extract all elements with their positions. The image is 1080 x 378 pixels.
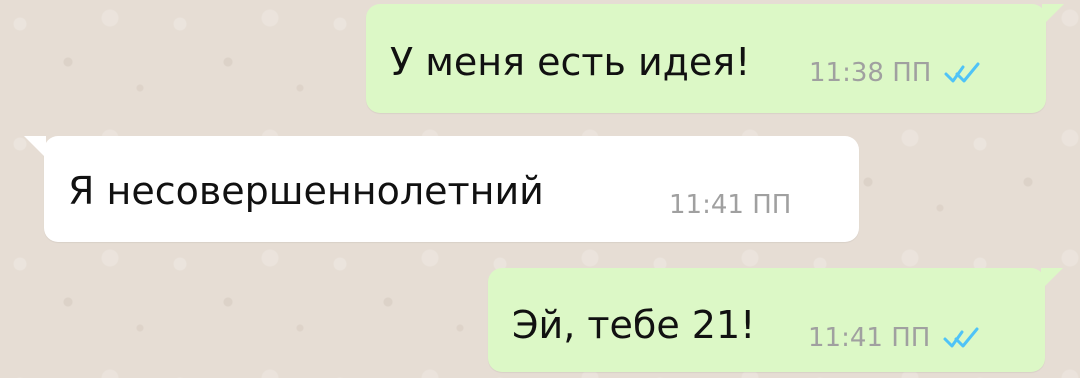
chat-window: У меня есть идея! 11:38 ПП Я несовершенн… (0, 0, 1080, 378)
double-check-icon (942, 326, 980, 350)
message-text: У меня есть идея! (390, 40, 751, 84)
message-meta: 11:41 ПП (669, 190, 791, 220)
message-bubble-outgoing[interactable]: Эй, тебе 21! 11:41 ПП (488, 268, 1063, 372)
message-meta: 11:41 ПП (808, 323, 980, 353)
message-bubble-outgoing[interactable]: У меня есть идея! 11:38 ПП (366, 4, 1064, 113)
message-meta: 11:38 ПП (809, 58, 981, 88)
message-time: 11:41 ПП (808, 323, 931, 353)
double-check-icon (943, 61, 981, 85)
message-time: 11:38 ПП (809, 58, 932, 88)
message-text: Эй, тебе 21! (512, 303, 756, 347)
message-bubble-incoming[interactable]: Я несовершеннолетний 11:41 ПП (24, 136, 859, 242)
message-text: Я несовершеннолетний (68, 169, 544, 213)
message-time: 11:41 ПП (669, 190, 792, 220)
